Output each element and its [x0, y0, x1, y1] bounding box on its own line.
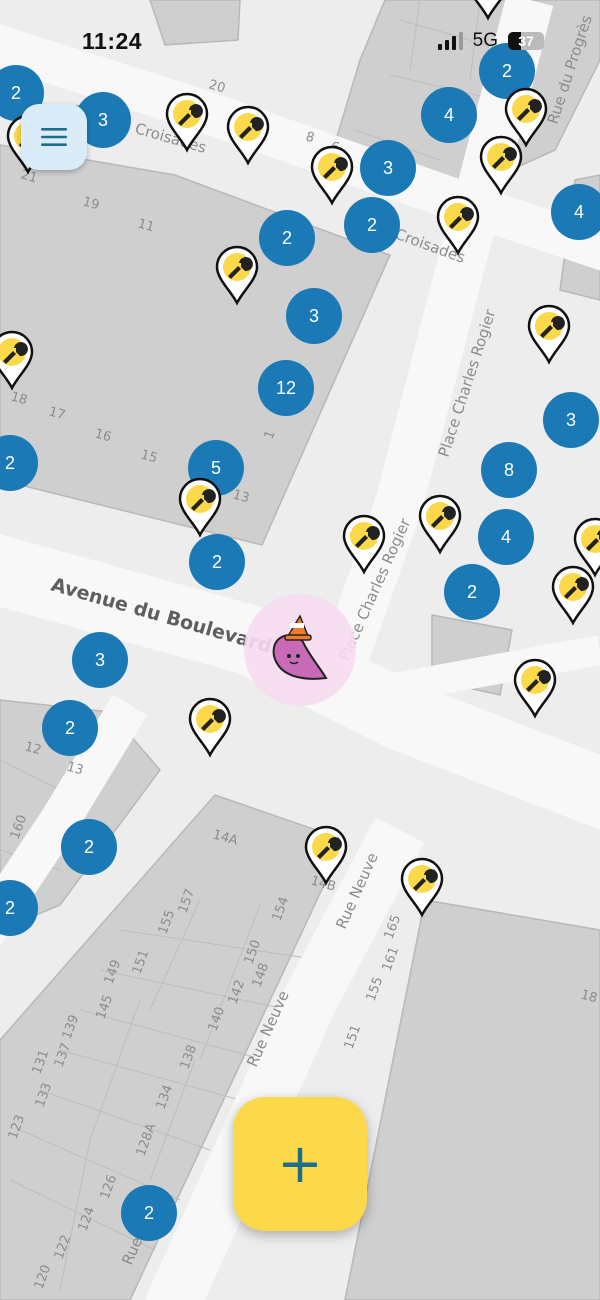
status-time: 11:24 — [82, 28, 143, 54]
cluster-count: 2 — [282, 228, 292, 248]
cluster-marker[interactable]: 12 — [258, 360, 314, 416]
cluster-marker[interactable]: 3 — [72, 632, 128, 688]
plus-icon: + — [277, 1132, 323, 1195]
cluster-count: 8 — [504, 460, 514, 480]
cluster-marker[interactable]: 8 — [481, 442, 537, 498]
cluster-count: 2 — [11, 83, 21, 103]
cluster-marker[interactable]: 3 — [543, 392, 599, 448]
cluster-marker[interactable]: 2 — [344, 197, 400, 253]
add-button[interactable]: + — [233, 1097, 367, 1231]
hamburger-menu-icon — [41, 128, 67, 146]
cluster-marker[interactable]: 2 — [259, 210, 315, 266]
cluster-count: 12 — [276, 378, 296, 398]
cluster-marker[interactable]: 2 — [61, 819, 117, 875]
cluster-count: 4 — [574, 202, 584, 222]
cluster-count: 3 — [309, 306, 319, 326]
cluster-count: 3 — [566, 410, 576, 430]
battery-icon: 37 — [508, 32, 544, 50]
cluster-marker[interactable]: 4 — [478, 509, 534, 565]
cluster-marker[interactable]: 2 — [121, 1185, 177, 1241]
user-location-marker[interactable] — [244, 594, 356, 706]
network-type: 5G — [472, 30, 498, 51]
cluster-count: 2 — [212, 552, 222, 572]
cluster-count: 2 — [144, 1203, 154, 1223]
cluster-count: 2 — [5, 453, 15, 473]
cluster-marker[interactable]: 2 — [42, 700, 98, 756]
cluster-count: 2 — [367, 215, 377, 235]
cluster-count: 5 — [211, 458, 221, 478]
cluster-count: 4 — [444, 105, 454, 125]
cluster-marker[interactable]: 2 — [444, 564, 500, 620]
menu-button[interactable] — [21, 104, 87, 170]
cluster-count: 3 — [383, 158, 393, 178]
cluster-marker[interactable]: 2 — [189, 534, 245, 590]
cluster-count: 3 — [95, 650, 105, 670]
battery-level: 37 — [518, 33, 534, 49]
status-bar: 11:24 5G 37 — [0, 0, 600, 80]
cluster-count: 2 — [467, 582, 477, 602]
cluster-count: 3 — [98, 110, 108, 130]
cluster-marker[interactable]: 3 — [286, 288, 342, 344]
cluster-count: 2 — [5, 898, 15, 918]
cluster-marker[interactable]: 3 — [360, 140, 416, 196]
cluster-count: 2 — [65, 718, 75, 738]
cluster-count: 4 — [501, 527, 511, 547]
cluster-marker[interactable]: 4 — [421, 87, 477, 143]
cellular-signal-icon — [437, 32, 463, 50]
cluster-count: 2 — [84, 837, 94, 857]
